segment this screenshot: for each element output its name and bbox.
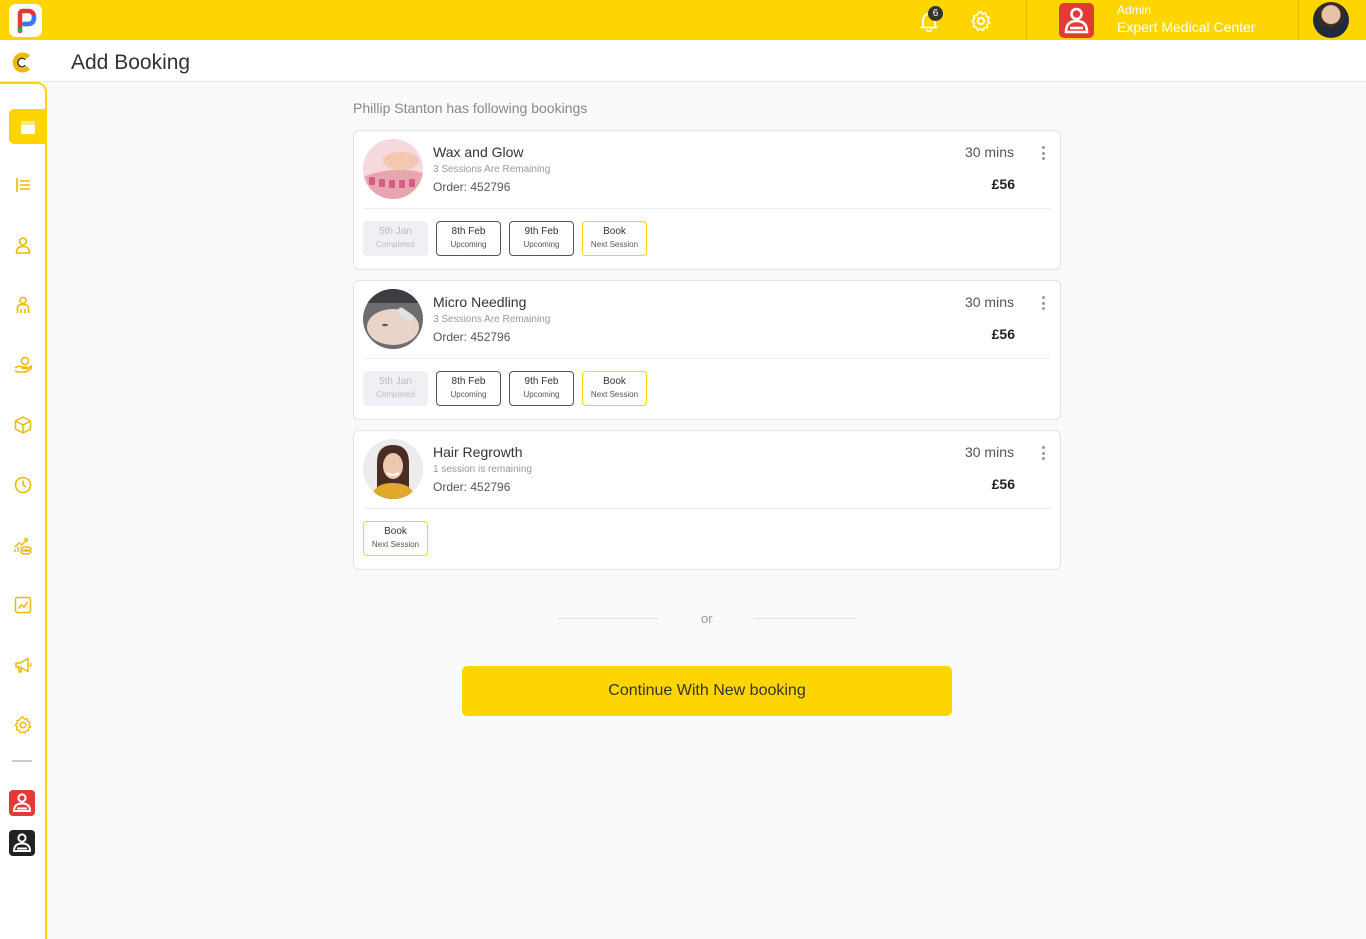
box-icon <box>14 416 32 434</box>
brand-switch-red-icon[interactable] <box>9 790 35 816</box>
session-chip-upcoming[interactable]: 9th Feb Upcoming <box>509 221 574 256</box>
sidebar-item-calendar[interactable] <box>9 109 46 144</box>
card-divider <box>363 358 1051 359</box>
avatar[interactable] <box>1313 2 1349 38</box>
bookings-subtitle: Phillip Stanton has following bookings <box>353 100 588 116</box>
notification-badge: 6 <box>928 6 943 21</box>
session-chips: Book Next Session <box>363 521 428 556</box>
service-name: Micro Needling <box>433 294 527 310</box>
sidebar-item-list[interactable] <box>10 172 36 198</box>
or-divider-line <box>557 618 659 619</box>
service-thumbnail <box>363 439 423 499</box>
order-number: Order: 452796 <box>433 330 511 344</box>
card-divider <box>363 508 1051 509</box>
topbar-divider <box>1026 0 1027 40</box>
calendar-icon <box>20 120 35 134</box>
sidebar-item-products[interactable] <box>10 412 36 438</box>
sidebar-item-marketing[interactable] <box>10 652 36 678</box>
session-chip-upcoming[interactable]: 9th Feb Upcoming <box>509 371 574 406</box>
service-duration: 30 mins <box>964 144 1014 160</box>
book-next-session-button[interactable]: Book Next Session <box>363 521 428 556</box>
topbar-divider <box>1298 0 1299 40</box>
session-chips: 5th Jan Completed 8th Feb Upcoming 9th Feb… <box>363 221 647 256</box>
sessions-remaining: 3 Sessions Are Remaining <box>433 164 551 175</box>
sessions-remaining: 3 Sessions Are Remaining <box>433 314 551 325</box>
booking-card: Micro Needling 3 Sessions Are Remaining … <box>353 280 1061 420</box>
service-price: £56 <box>991 476 1015 492</box>
app-logo[interactable] <box>9 4 42 37</box>
sidebar-item-settings[interactable] <box>10 712 36 738</box>
service-thumbnail <box>363 289 423 349</box>
sidebar-item-reports[interactable] <box>10 592 36 618</box>
order-number: Order: 452796 <box>433 480 511 494</box>
chart-icon <box>14 596 32 614</box>
book-next-session-button[interactable]: Book Next Session <box>582 371 647 406</box>
brand-switch-dark-icon[interactable] <box>9 830 35 856</box>
gear-icon <box>14 716 32 734</box>
sidebar-item-clients[interactable] <box>10 232 36 258</box>
sidebar-divider <box>12 760 32 762</box>
page-title: Add Booking <box>71 51 191 74</box>
sidebar <box>0 82 47 939</box>
page-header: Add Booking <box>0 40 1366 82</box>
continue-new-booking-button[interactable]: Continue With New booking <box>462 666 952 716</box>
session-chip-upcoming[interactable]: 8th Feb Upcoming <box>436 371 501 406</box>
gear-icon[interactable] <box>969 9 993 33</box>
staff-icon <box>16 296 30 313</box>
user-icon <box>15 237 31 254</box>
service-name: Hair Regrowth <box>433 444 523 460</box>
service-duration: 30 mins <box>964 444 1014 460</box>
or-label: or <box>701 611 713 626</box>
center-logo <box>1059 3 1094 38</box>
booking-card: Hair Regrowth 1 session is remaining Ord… <box>353 430 1061 570</box>
sidebar-item-services[interactable] <box>10 352 36 378</box>
clock-icon <box>14 476 32 494</box>
sidebar-item-schedule[interactable] <box>10 472 36 498</box>
more-options-icon[interactable] <box>1038 444 1048 462</box>
list-icon <box>16 178 30 192</box>
card-divider <box>363 208 1051 209</box>
finance-icon <box>14 538 32 555</box>
top-bar: 6 Admin Expert Medical Center <box>0 0 1366 40</box>
service-thumbnail <box>363 139 423 199</box>
service-price: £56 <box>991 326 1015 342</box>
book-next-session-button[interactable]: Book Next Session <box>582 221 647 256</box>
service-name: Wax and Glow <box>433 144 524 160</box>
order-number: Order: 452796 <box>433 180 511 194</box>
services-icon <box>14 356 33 373</box>
more-options-icon[interactable] <box>1038 144 1048 162</box>
sidebar-item-staff[interactable] <box>10 292 36 318</box>
sessions-remaining: 1 session is remaining <box>433 464 532 475</box>
session-chip-completed: 5th Jan Completed <box>363 371 428 406</box>
center-name[interactable]: Expert Medical Center <box>1117 19 1256 35</box>
user-role: Admin <box>1117 3 1152 17</box>
session-chip-upcoming[interactable]: 8th Feb Upcoming <box>436 221 501 256</box>
session-chips: 5th Jan Completed 8th Feb Upcoming 9th Feb… <box>363 371 647 406</box>
megaphone-icon <box>15 657 32 673</box>
booking-card: Wax and Glow 3 Sessions Are Remaining Or… <box>353 130 1061 270</box>
service-price: £56 <box>991 176 1015 192</box>
sidebar-item-finance[interactable] <box>10 532 36 558</box>
more-options-icon[interactable] <box>1038 294 1048 312</box>
or-divider-line <box>754 618 856 619</box>
session-chip-completed: 5th Jan Completed <box>363 221 428 256</box>
brand-logo-icon[interactable] <box>12 52 33 73</box>
service-duration: 30 mins <box>964 294 1014 310</box>
